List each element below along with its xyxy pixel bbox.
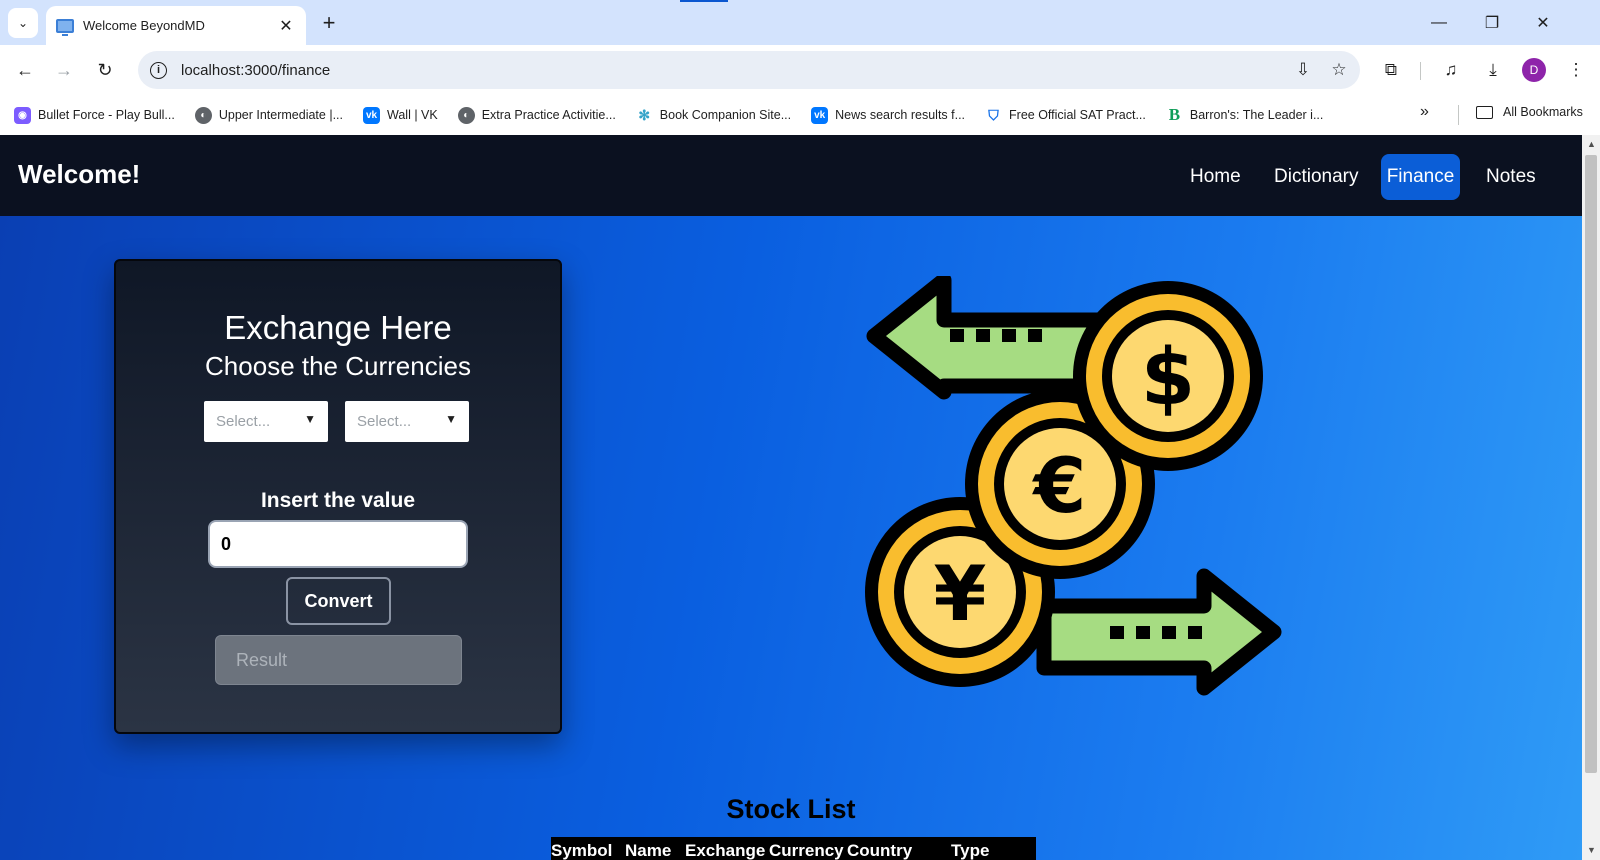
scroll-down-icon[interactable]: ▼ [1587,845,1596,855]
nav-link-notes[interactable]: Notes [1477,154,1545,200]
spinner-icon: ✻ [635,106,653,124]
bookmark-label: Wall | VK [387,108,438,122]
close-icon[interactable]: ✕ [274,14,298,38]
reload-button[interactable]: ↻ [91,56,119,84]
scroll-up-icon[interactable]: ▲ [1587,139,1596,149]
euro-symbol: € [1032,441,1087,530]
yen-symbol: ¥ [934,549,987,638]
bookmark-item[interactable]: ◐ Extra Practice Activitie... [457,106,616,124]
bookmarks-divider [1458,105,1459,125]
site-navbar: Welcome! Home Dictionary Finance Notes [0,135,1582,216]
to-currency-select[interactable]: Select... ▼ [345,401,469,442]
nav-link-finance[interactable]: Finance [1381,154,1460,200]
scroll-thumb[interactable] [1585,155,1597,773]
minimize-button[interactable]: — [1424,10,1454,36]
column-header: Symbol [551,841,613,860]
page-viewport: Welcome! Home Dictionary Finance Notes E… [0,135,1600,860]
tab-search-button[interactable]: ⌄ [8,8,38,38]
value-input[interactable]: 0 [208,520,468,568]
bookmark-item[interactable]: ◉ Bullet Force - Play Bull... [14,106,175,124]
bookmark-item[interactable]: vk News search results f... [811,106,966,124]
value-label: Insert the value [260,489,416,512]
tab-indicator [680,0,728,2]
more-bookmarks-icon[interactable]: » [1420,103,1429,121]
bookmark-label: Upper Intermediate |... [218,108,343,122]
bookmark-item[interactable]: ✻ Book Companion Site... [635,106,792,124]
exchange-subtitle: Choose the Currencies [205,351,471,381]
globe-icon: ◐ [457,106,475,124]
bookmark-item[interactable]: B Barron's: The Leader i... [1165,105,1324,124]
download-icon[interactable]: ⤓ [1479,56,1507,84]
to-currency-placeholder: Select... [357,413,412,430]
toolbar-divider [1420,62,1421,80]
chevron-down-icon: ▼ [445,412,457,426]
currency-exchange-illustration: ¥ € $ [865,276,1282,696]
close-window-button[interactable]: ✕ [1528,10,1558,36]
from-currency-placeholder: Select... [216,413,271,430]
bookmark-icon: ◉ [14,106,31,124]
folder-icon [1476,105,1493,119]
media-controls-icon[interactable]: ♫ [1437,56,1465,84]
bookmark-item[interactable]: ◐ Upper Intermediate |... [194,106,343,124]
tab-strip: ⌄ Welcome BeyondMD ✕ + — ❐ ✕ [0,0,1600,45]
new-tab-button[interactable]: + [316,10,342,36]
info-icon[interactable]: i [150,61,167,79]
column-header: Type [951,841,990,860]
extensions-icon[interactable]: ⧉ [1377,56,1405,84]
bookmarks-bar: ◉ Bullet Force - Play Bull... ◐ Upper Inte… [0,95,1600,135]
page-scrollbar[interactable]: ▲ ▼ [1582,135,1600,860]
bookmark-star-icon[interactable]: ☆ [1324,55,1354,85]
bookmark-label: Book Companion Site... [659,108,792,122]
all-bookmarks-label: All Bookmarks [1503,105,1583,119]
bookmark-label: News search results f... [835,108,966,122]
url-text[interactable]: localhost:3000/finance [181,62,1288,79]
forward-button[interactable]: → [50,56,78,84]
all-bookmarks-button[interactable]: All Bookmarks [1476,105,1583,119]
monitor-icon [56,18,74,36]
install-app-icon[interactable]: ⇩ [1288,55,1318,85]
browser-tab[interactable]: Welcome BeyondMD ✕ [46,6,306,45]
menu-icon[interactable]: ⋮ [1562,56,1590,84]
browser-toolbar: ← → ↻ i localhost:3000/finance ⇩ ☆ ⧉ ♫ ⤓… [0,45,1600,95]
chevron-down-icon: ▼ [304,412,316,426]
address-bar[interactable]: i localhost:3000/finance ⇩ ☆ [138,51,1360,89]
result-field: Result [215,635,462,685]
bookmark-item[interactable]: vk Wall | VK [363,106,438,124]
exchange-card: Exchange Here Choose the Currencies Sele… [114,259,562,734]
bookmark-label: Free Official SAT Pract... [1009,108,1146,122]
nav-link-dictionary[interactable]: Dictionary [1265,154,1367,200]
tab-title: Welcome BeyondMD [83,18,205,33]
vk-icon: vk [363,106,380,124]
column-header: Country [847,841,913,860]
bookmark-label: Barron's: The Leader i... [1189,108,1324,122]
column-header: Exchange [685,841,766,860]
restore-button[interactable]: ❐ [1477,10,1507,36]
globe-icon: ◐ [194,106,212,124]
dollar-coin-icon: $ [1073,281,1263,471]
arrow-right-icon [1036,568,1282,696]
vk-icon: vk [811,106,829,124]
avatar[interactable]: D [1522,58,1546,82]
bookmark-label: Bullet Force - Play Bull... [38,108,175,122]
stock-list-title: Stock List [726,794,856,824]
finance-hero: Exchange Here Choose the Currencies Sele… [0,216,1582,860]
bookmark-label: Extra Practice Activitie... [481,108,616,122]
stock-table-header: Symbol Name Exchange Currency Country Ty… [551,837,1036,860]
dollar-symbol: $ [1141,333,1195,423]
shield-icon: ⛉ [985,106,1003,124]
bookmark-item[interactable]: ⛉ Free Official SAT Pract... [985,106,1146,124]
from-currency-select[interactable]: Select... ▼ [204,401,328,442]
chevron-down-icon: ⌄ [17,16,29,30]
back-button[interactable]: ← [11,56,39,84]
nav-link-home[interactable]: Home [1181,154,1250,200]
column-header: Currency [769,841,844,860]
exchange-title: Exchange Here [224,309,452,346]
convert-button[interactable]: Convert [286,577,391,625]
column-header: Name [625,841,672,860]
site-brand[interactable]: Welcome! [18,159,140,190]
barrons-b-icon: B [1165,105,1183,124]
